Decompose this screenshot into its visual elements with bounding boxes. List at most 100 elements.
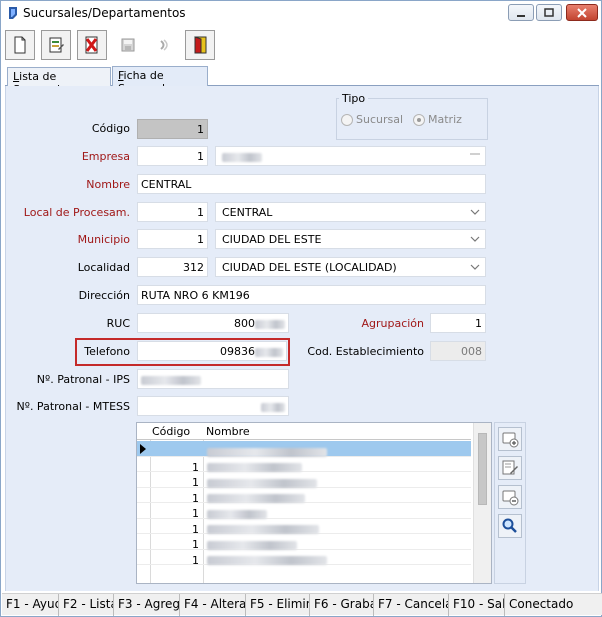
ruc-field[interactable]: 800 [137,313,289,333]
add-row-button[interactable] [498,427,522,451]
status-f2-lista[interactable]: F2 - Lista [59,594,114,616]
scrollbar-thumb[interactable] [478,433,487,505]
status-f6-grabar[interactable]: F6 - Grabar [310,594,374,616]
new-button[interactable] [5,30,35,60]
empresa-dropdown-icon [470,153,480,155]
add-row-icon [502,432,519,448]
nombre-field[interactable]: CENTRAL [137,174,486,194]
save-button[interactable] [113,30,143,60]
radio-button-icon [341,113,353,126]
status-f3-agregar[interactable]: F3 - Agregar [114,594,180,616]
tipo-title: Tipo [339,92,369,105]
telefono-label: Telefono [84,345,130,358]
patronal-mtess-label: Nº. Patronal - MTESS [16,400,130,413]
direccion-label: Dirección [78,289,130,302]
telefono-field[interactable]: 09836 [137,341,287,361]
exit-door-icon [194,36,207,54]
status-f10-salir[interactable]: F10 - Salir [449,594,505,616]
edit-document-icon [49,37,64,53]
app-window: Sucursales/Departamentos Lista de Ficha … [0,0,602,617]
column-header-nombre[interactable]: Nombre [206,425,250,438]
table-row[interactable]: 1 [137,457,471,474]
toolbar [5,30,597,62]
table-row[interactable]: 1 [137,488,471,505]
blurred-text [255,347,283,357]
edit-button[interactable] [41,30,71,60]
blurred-text [207,494,305,503]
maximize-button[interactable] [536,4,562,21]
codigo-label: Código [91,122,130,135]
status-connection: Conectado [509,597,574,611]
row-nombre [207,554,327,567]
table-row[interactable]: 1 [137,550,471,567]
local-select-value: CENTRAL [222,206,273,219]
app-icon [9,7,17,19]
patronal-mtess-field[interactable] [137,396,289,416]
remove-row-button[interactable] [498,485,522,509]
status-f7-cancelar[interactable]: F7 - Cancelar [374,594,449,616]
vertical-scrollbar[interactable] [473,423,491,583]
table-row[interactable]: 1 [137,519,471,536]
municipio-select[interactable]: CIUDAD DEL ESTE [215,229,486,249]
departamentos-grid[interactable]: Código Nombre 1111111 [136,422,492,584]
grid-actions-panel [494,422,526,584]
radio-matriz[interactable]: Matriz [413,113,462,126]
blurred-text [207,509,267,519]
row-indicator-icon [140,444,146,454]
save-disk-icon [121,38,135,52]
table-row[interactable] [137,441,471,457]
form-panel: Tipo Sucursal Matriz Código 1 Empresa 1 … [5,86,599,591]
tab-lista-sucursales[interactable]: Lista de Sucursales [7,67,111,96]
chevron-down-icon [470,209,480,215]
grid-header: Código Nombre [137,423,471,440]
codigo-field[interactable]: 1 [137,119,208,139]
status-f1-ayuda[interactable]: F1 - Ayuda [2,594,59,616]
cod-establecimiento-label: Cod. Establecimiento [307,345,424,358]
local-label: Local de Procesam. [23,206,130,219]
municipio-code-field[interactable]: 1 [137,229,208,249]
empresa-name-field[interactable] [215,146,486,166]
localidad-select[interactable]: CIUDAD DEL ESTE (LOCALIDAD) [215,257,486,277]
tab-ficha-sucursal[interactable]: Ficha de Sucursal [112,66,208,95]
edit-row-button[interactable] [498,456,522,480]
ruc-label: RUC [106,317,130,330]
exit-button[interactable] [185,30,215,60]
remove-row-icon [502,490,519,506]
minimize-icon [517,14,525,17]
patronal-ips-field[interactable] [137,369,289,389]
title-bar[interactable]: Sucursales/Departamentos [1,1,601,25]
table-row[interactable]: 1 [137,503,471,520]
empresa-code-field[interactable]: 1 [137,146,208,166]
minimize-button[interactable] [508,4,534,21]
chevron-down-icon [470,264,480,270]
localidad-select-value: CIUDAD DEL ESTE (LOCALIDAD) [222,261,397,274]
table-row[interactable]: 1 [137,534,471,551]
status-f4-alterar[interactable]: F4 - Alterar [180,594,246,616]
local-select[interactable]: CENTRAL [215,202,486,222]
local-code-field[interactable]: 1 [137,202,208,222]
direccion-field[interactable]: RUTA NRO 6 KM196 [137,285,486,305]
close-icon [577,7,587,18]
blurred-text [207,540,297,550]
blurred-text [222,152,262,162]
new-document-icon [14,36,26,54]
column-header-codigo[interactable]: Código [152,425,190,438]
agrupacion-field[interactable]: 1 [430,313,486,333]
status-bar: F1 - Ayuda F2 - Lista F3 - Agregar F4 - … [2,593,602,616]
radio-sucursal-label: Sucursal [356,113,404,126]
search-icon [502,518,517,533]
connect-button[interactable] [149,30,179,60]
search-button[interactable] [498,514,522,538]
status-f5-eliminar[interactable]: F5 - Eliminar [246,594,310,616]
ruc-value: 800 [234,317,255,330]
radio-matriz-label: Matriz [428,113,462,126]
cod-establecimiento-field[interactable]: 008 [430,341,486,361]
localidad-code-field[interactable]: 312 [137,257,208,277]
delete-button[interactable] [77,30,107,60]
blurred-text [207,447,327,457]
radio-sucursal[interactable]: Sucursal [341,113,403,126]
empresa-label: Empresa [81,150,130,163]
delete-document-icon [85,36,98,54]
table-row[interactable]: 1 [137,472,471,489]
close-button[interactable] [566,4,598,21]
